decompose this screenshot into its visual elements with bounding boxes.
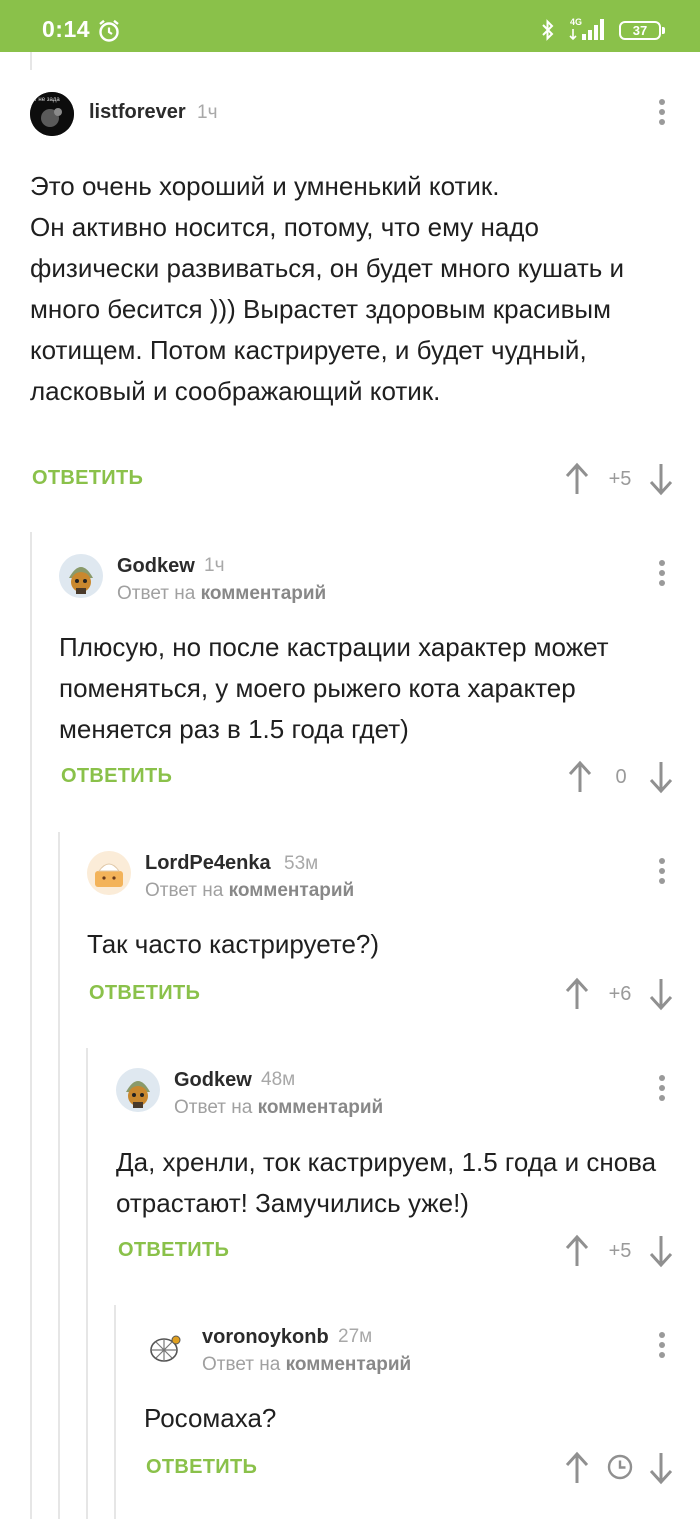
more-options-icon[interactable] <box>652 96 672 130</box>
comment-text: Росомаха? <box>144 1403 277 1433</box>
reply-to-label: Ответ на комментарий <box>174 1097 384 1118</box>
comment-text: Да, хренли, ток кастрируем, 1.5 года и с… <box>116 1147 657 1218</box>
reply-to-link[interactable]: комментарий <box>286 1354 412 1375</box>
thread-line <box>30 52 32 70</box>
reply-to-link[interactable]: комментарий <box>229 880 355 901</box>
more-options-icon[interactable] <box>652 1072 672 1106</box>
more-options-icon[interactable] <box>652 557 672 591</box>
status-time: 0:14 <box>42 16 91 42</box>
bluetooth-icon <box>542 19 554 41</box>
comment-rating: +6 <box>608 983 632 1005</box>
avatar-image-icon: т не зада <box>30 92 74 136</box>
downvote-arrow-icon[interactable] <box>648 760 674 794</box>
comment-rating: 0 <box>615 766 627 788</box>
reply-button[interactable]: ОТВЕТИТЬ <box>89 982 200 1005</box>
avatar-image-icon <box>87 851 131 895</box>
comment-time: 48м <box>261 1069 296 1090</box>
comment-author[interactable]: LordPe4enka <box>145 852 271 875</box>
reply-to-label: Ответ на комментарий <box>145 880 355 901</box>
comment-author[interactable]: listforever <box>89 101 186 124</box>
comment-author[interactable]: Godkew <box>174 1069 252 1092</box>
upvote-arrow-icon[interactable] <box>564 977 590 1011</box>
downvote-arrow-icon[interactable] <box>648 1451 674 1485</box>
alarm-clock-icon <box>99 19 119 42</box>
cellular-signal-icon: 4G <box>569 17 604 41</box>
upvote-arrow-icon[interactable] <box>564 1234 590 1268</box>
avatar-image-icon <box>116 1068 160 1112</box>
comment-text: Так часто кастрируете?) <box>87 929 380 959</box>
comment-author[interactable]: voronoykonb <box>202 1326 329 1349</box>
downvote-arrow-icon[interactable] <box>648 977 674 1011</box>
comment-time: 27м <box>338 1326 373 1347</box>
avatar[interactable] <box>116 1068 160 1112</box>
avatar-image-icon <box>59 554 103 598</box>
thread-line <box>86 1048 88 1519</box>
clock-icon <box>607 1454 633 1480</box>
svg-text:т не зада: т не зада <box>34 97 60 103</box>
svg-text:4G: 4G <box>570 17 582 27</box>
comment-rating: +5 <box>608 1240 632 1262</box>
comment-text: Это очень хороший и умненький котик. Он … <box>30 171 625 406</box>
reply-to-link[interactable]: комментарий <box>258 1097 384 1118</box>
comment-time: 53м <box>284 853 319 874</box>
thread-line <box>58 832 60 1519</box>
downvote-arrow-icon[interactable] <box>648 1234 674 1268</box>
reply-to-link[interactable]: комментарий <box>201 583 327 604</box>
comment-author[interactable]: Godkew <box>117 555 195 578</box>
comment-time: 1ч <box>197 102 218 123</box>
comment-text: Плюсую, но после кастрации характер може… <box>59 632 609 744</box>
reply-button[interactable]: ОТВЕТИТЬ <box>32 467 143 490</box>
comment-rating: +5 <box>608 468 632 490</box>
thread-line <box>114 1305 116 1519</box>
comment-time: 1ч <box>204 555 225 576</box>
upvote-arrow-icon[interactable] <box>564 1451 590 1485</box>
more-options-icon[interactable] <box>652 855 672 889</box>
reply-button[interactable]: ОТВЕТИТЬ <box>146 1456 257 1479</box>
status-bar: 0:14 4G 37 <box>0 0 700 52</box>
avatar[interactable] <box>144 1326 188 1370</box>
reply-button[interactable]: ОТВЕТИТЬ <box>118 1239 229 1262</box>
upvote-arrow-icon[interactable] <box>567 760 593 794</box>
avatar[interactable] <box>87 851 131 895</box>
thread-line <box>30 532 32 1519</box>
reply-button[interactable]: ОТВЕТИТЬ <box>61 765 172 788</box>
reply-to-label: Ответ на комментарий <box>202 1354 412 1375</box>
avatar[interactable]: т не зада <box>30 92 74 136</box>
upvote-arrow-icon[interactable] <box>564 462 590 496</box>
more-options-icon[interactable] <box>652 1329 672 1363</box>
battery-indicator: 37 <box>619 21 665 40</box>
avatar-image-icon <box>150 1335 181 1362</box>
downvote-arrow-icon[interactable] <box>648 462 674 496</box>
reply-to-label: Ответ на комментарий <box>117 583 327 604</box>
avatar[interactable] <box>59 554 103 598</box>
